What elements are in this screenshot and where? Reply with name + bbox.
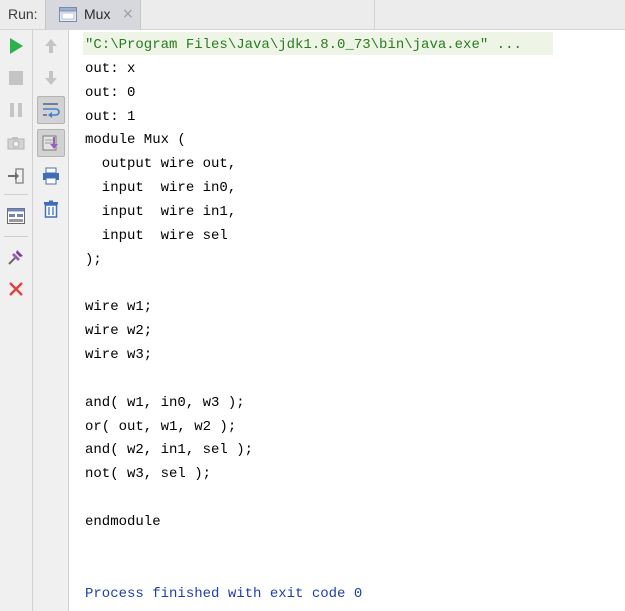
run-header: Run: Mux ×	[0, 0, 625, 30]
exit-button[interactable]	[2, 162, 30, 190]
pin-tab-button[interactable]	[2, 243, 30, 271]
console-line: );	[85, 251, 102, 268]
console-output[interactable]: "C:\Program Files\Java\jdk1.8.0_73\bin\j…	[69, 30, 625, 611]
login-icon	[8, 168, 24, 184]
tab-label: Mux	[84, 6, 111, 22]
layout-icon	[7, 208, 25, 224]
console-line: or( out, w1, w2 );	[85, 418, 237, 435]
run-toolbar-primary	[0, 30, 33, 611]
print-icon	[43, 167, 59, 185]
console-line: not( w3, sel );	[85, 466, 212, 483]
console-line: and( w2, in1, sel );	[85, 442, 254, 459]
command-line: "C:\Program Files\Java\jdk1.8.0_73\bin\j…	[85, 37, 522, 53]
dump-threads-button[interactable]	[2, 129, 30, 157]
scroll-to-end-toggle[interactable]	[37, 129, 65, 157]
process-finished-line: Process finished with exit code 0	[85, 585, 363, 602]
previous-occurrence-button[interactable]	[37, 32, 65, 60]
clear-all-button[interactable]	[37, 195, 65, 223]
up-arrow-icon	[45, 39, 57, 53]
soft-wrap-icon	[43, 103, 60, 118]
tab-close-icon[interactable]: ×	[122, 7, 134, 21]
console-line: module Mux (	[85, 132, 186, 149]
run-tool-window: Run: Mux × "C:\Program Files\Java\jdk1.8…	[0, 0, 625, 611]
print-button[interactable]	[37, 162, 65, 190]
scroll-to-end-icon	[42, 135, 58, 151]
run-toolbar-secondary	[33, 30, 69, 611]
console-line: input wire sel	[85, 227, 228, 244]
restore-layout-button[interactable]	[2, 202, 30, 230]
console-line: wire w2;	[85, 323, 153, 340]
pin-icon	[8, 250, 23, 265]
console-line: out: x	[85, 60, 136, 77]
pause-icon	[10, 103, 22, 117]
console-line: wire w1;	[85, 299, 153, 316]
console-line: wire w3;	[85, 347, 153, 364]
down-arrow-icon	[45, 71, 57, 85]
stop-button[interactable]	[2, 64, 30, 92]
stop-icon	[9, 71, 23, 85]
toolbar-separator	[4, 236, 28, 237]
pause-button[interactable]	[2, 96, 30, 124]
trash-icon	[44, 200, 58, 218]
run-icon	[10, 38, 23, 54]
console-line: out: 1	[85, 108, 136, 125]
header-divider	[374, 0, 375, 30]
run-label: Run:	[8, 6, 38, 22]
tab-mux[interactable]: Mux ×	[45, 0, 141, 30]
console-line: input wire in0,	[85, 180, 237, 197]
toolbar-separator	[4, 194, 28, 195]
camera-icon	[7, 137, 25, 150]
close-button[interactable]	[2, 275, 30, 303]
console-line: endmodule	[85, 514, 161, 530]
close-icon	[9, 282, 23, 296]
console-line: input wire in1,	[85, 203, 237, 220]
console-line: output wire out,	[85, 156, 237, 173]
rerun-button[interactable]	[2, 32, 30, 60]
next-occurrence-button[interactable]	[37, 64, 65, 92]
console-line: and( w1, in0, w3 );	[85, 394, 245, 411]
console-line: out: 0	[85, 84, 136, 101]
soft-wraps-toggle[interactable]	[37, 96, 65, 124]
console-window-icon	[59, 7, 77, 22]
